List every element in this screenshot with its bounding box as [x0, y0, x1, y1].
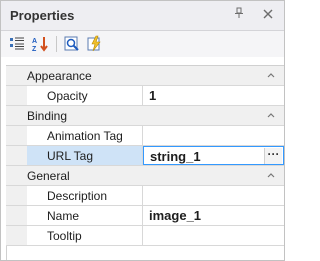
- category-label: Binding: [27, 109, 68, 123]
- property-value-text: image_1: [149, 208, 202, 223]
- pin-icon[interactable]: [231, 7, 247, 23]
- category-general[interactable]: General: [6, 166, 284, 186]
- property-name-label: Animation Tag: [47, 129, 123, 143]
- toolbar-separator: [56, 36, 57, 52]
- row-gutter: [6, 226, 27, 245]
- property-row-tooltip[interactable]: Tooltip: [6, 226, 284, 246]
- property-row-name[interactable]: Name image_1: [6, 206, 284, 226]
- property-row-opacity[interactable]: Opacity 1: [6, 86, 284, 106]
- property-name-label: Tooltip: [47, 229, 82, 243]
- browse-ellipsis-button[interactable]: ···: [264, 148, 282, 164]
- property-name[interactable]: URL Tag: [27, 146, 143, 165]
- chevron-up-icon[interactable]: [266, 69, 276, 79]
- property-row-description[interactable]: Description: [6, 186, 284, 206]
- property-value[interactable]: [143, 126, 284, 145]
- row-gutter: [6, 186, 27, 205]
- panel-title: Properties: [10, 8, 75, 23]
- property-name[interactable]: Description: [27, 186, 143, 205]
- category-appearance[interactable]: Appearance: [6, 66, 284, 86]
- property-value[interactable]: image_1: [143, 206, 284, 225]
- property-value[interactable]: [143, 226, 284, 245]
- panel-title-bar: Properties: [1, 1, 284, 31]
- close-icon[interactable]: [260, 7, 276, 23]
- row-gutter: [6, 206, 27, 225]
- property-name-label: Opacity: [47, 89, 88, 103]
- property-value-text: 1: [149, 88, 157, 103]
- property-name-label: Name: [47, 209, 80, 223]
- alphabetical-sort-icon[interactable]: A Z: [30, 34, 50, 54]
- property-name-label: Description: [47, 189, 108, 203]
- property-name-label: URL Tag: [47, 149, 94, 163]
- property-row-url-tag[interactable]: URL Tag string_1 ···: [6, 146, 284, 166]
- svg-text:A: A: [32, 38, 37, 45]
- property-name[interactable]: Animation Tag: [27, 126, 143, 145]
- chevron-up-icon[interactable]: [266, 169, 276, 179]
- category-label: Appearance: [27, 69, 92, 83]
- chevron-up-icon[interactable]: [266, 109, 276, 119]
- property-name[interactable]: Name: [27, 206, 143, 225]
- row-gutter: [6, 86, 27, 105]
- row-gutter: [6, 146, 27, 165]
- property-value[interactable]: 1: [143, 86, 284, 105]
- svg-text:Z: Z: [32, 46, 37, 53]
- properties-panel: Properties A Z Appearance Opacity 1 Bind…: [0, 0, 285, 261]
- property-name[interactable]: Opacity: [27, 86, 143, 105]
- property-name[interactable]: Tooltip: [27, 226, 143, 245]
- properties-toolbar: A Z: [1, 31, 284, 57]
- property-grid: Appearance Opacity 1 Binding Animation T…: [6, 65, 284, 261]
- category-binding[interactable]: Binding: [6, 106, 284, 126]
- property-pages-icon[interactable]: [62, 34, 82, 54]
- property-value-editor[interactable]: string_1 ···: [143, 146, 284, 165]
- category-label: General: [27, 169, 70, 183]
- property-value-text[interactable]: string_1: [150, 149, 201, 164]
- row-gutter: [6, 126, 27, 145]
- categorized-icon[interactable]: [7, 34, 27, 54]
- property-row-animation-tag[interactable]: Animation Tag: [6, 126, 284, 146]
- events-icon[interactable]: [85, 34, 105, 54]
- property-value[interactable]: [143, 186, 284, 205]
